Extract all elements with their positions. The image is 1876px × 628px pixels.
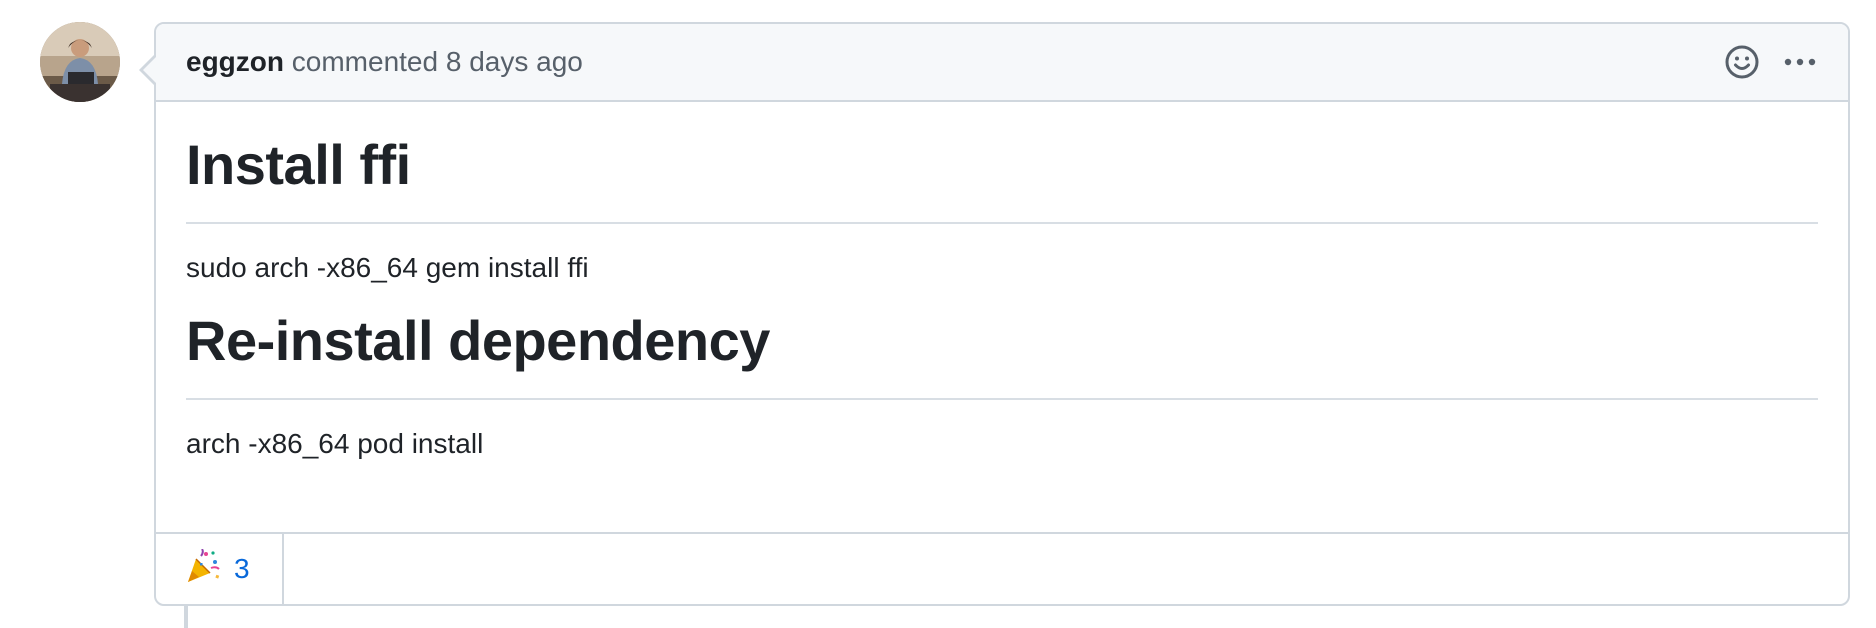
timeline-connector [184,606,188,628]
comment-pointer [143,56,157,84]
comment-body: Install ffi sudo arch -x86_64 gem instal… [156,102,1848,534]
comment-header: eggzon commented 8 days ago [156,24,1848,102]
timeline-comment-stage: eggzon commented 8 days ago Install ffi … [0,0,1876,628]
markdown-heading: Re-install dependency [186,309,770,372]
markdown-paragraph: arch -x86_64 pod install [186,428,484,459]
reaction-button-tada[interactable]: 3 [156,534,284,604]
author-link[interactable]: eggzon [186,46,284,77]
smiley-icon[interactable] [1724,44,1760,80]
reactions-bar: 3 [156,532,1848,604]
kebab-horizontal-icon[interactable] [1782,44,1818,80]
reaction-count: 3 [234,553,250,584]
comment-action-text: commented [291,46,439,77]
author-avatar[interactable] [40,22,120,102]
markdown-paragraph: sudo arch -x86_64 gem install ffi [186,252,589,283]
heading-divider [186,222,1818,224]
tada-icon [184,547,220,590]
markdown-heading: Install ffi [186,133,411,196]
comment-header-actions [1724,24,1818,100]
heading-divider [186,398,1818,400]
comment-timestamp[interactable]: 8 days ago [446,46,583,77]
comment-box: eggzon commented 8 days ago Install ffi … [139,22,1850,606]
